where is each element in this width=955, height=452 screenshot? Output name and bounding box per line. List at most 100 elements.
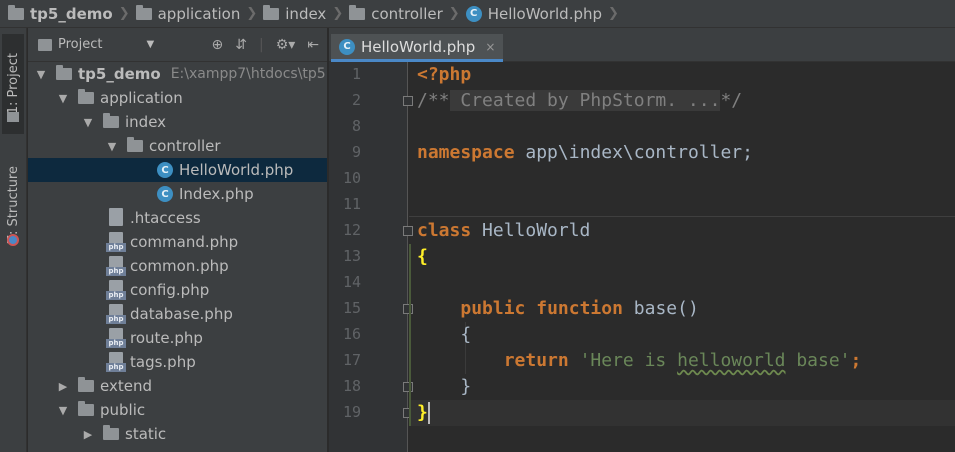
navigation-breadcrumb: tp5_demo ❯ application ❯ index ❯ control…	[0, 0, 955, 28]
tree-item-config-php[interactable]: php config.php	[28, 278, 327, 302]
collapsed-arrow-icon[interactable]: ▶	[81, 428, 95, 441]
breadcrumb-item-tp5-demo[interactable]: tp5_demo ❯	[8, 4, 136, 23]
tree-item-label: HelloWorld.php	[179, 161, 294, 179]
code-editor: C HelloWorld.php × 1 2 8 9 10 11 12 13 1…	[329, 28, 955, 452]
expand-arrow-icon[interactable]: ▼	[105, 140, 119, 153]
code-line-13: {	[417, 244, 428, 270]
breadcrumb-label: tp5_demo	[30, 4, 113, 23]
breadcrumb-item-controller[interactable]: controller ❯	[349, 4, 465, 23]
code-line-2: /** Created by PhpStorm. ...*/	[417, 88, 742, 114]
code-area[interactable]: <?php /** Created by PhpStorm. ...*/ nam…	[409, 62, 955, 452]
breadcrumb-item-index[interactable]: index ❯	[263, 4, 349, 23]
tree-item-label: .htaccess	[130, 209, 201, 227]
breadcrumb-item-application[interactable]: application ❯	[135, 4, 264, 23]
line-number: 15	[342, 299, 361, 317]
php-class-icon: C	[157, 162, 173, 178]
expand-arrow-icon[interactable]: ▼	[81, 116, 95, 129]
string-literal-end: base'	[785, 350, 851, 371]
tree-item-label: route.php	[130, 329, 203, 347]
tree-item-database-php[interactable]: php database.php	[28, 302, 327, 326]
tree-item-tags-php[interactable]: php tags.php	[28, 350, 327, 374]
typo-warning-word[interactable]: helloworld	[677, 350, 785, 371]
editor-tab-helloworld[interactable]: C HelloWorld.php ×	[331, 34, 503, 62]
locate-file-icon[interactable]: ⊕	[212, 37, 224, 53]
collapsed-arrow-icon[interactable]: ▶	[56, 380, 70, 393]
project-tool-tab-label: 1: Project	[5, 53, 21, 115]
tree-item-common-php[interactable]: php common.php	[28, 254, 327, 278]
project-toolbar-actions: ⊕ ⇵ | ⚙▾ ⇤	[212, 37, 328, 53]
structure-icon	[7, 234, 19, 246]
htaccess-file-icon	[106, 208, 126, 228]
php-file-icon: php	[106, 328, 126, 348]
chevron-right-icon: ❯	[608, 6, 619, 21]
tree-item-static[interactable]: ▶ static	[28, 422, 327, 446]
breadcrumb-label: application	[157, 4, 241, 23]
breadcrumb-label: HelloWorld.php	[487, 4, 603, 23]
close-tab-icon[interactable]: ×	[485, 40, 495, 54]
tree-item-route-php[interactable]: php route.php	[28, 326, 327, 350]
dropdown-arrow-icon[interactable]: ▼	[146, 39, 154, 50]
tree-item-tp5-demo[interactable]: ▼ tp5_demo E:\xampp7\htdocs\tp5	[28, 62, 327, 86]
tree-item-htaccess[interactable]: .htaccess	[28, 206, 327, 230]
project-toolbar: Project ▼ ⊕ ⇵ | ⚙▾ ⇤	[28, 28, 327, 62]
folder-icon	[103, 113, 119, 128]
hide-panel-icon[interactable]: ⇤	[307, 37, 319, 53]
line-number: 2	[351, 91, 361, 109]
chevron-right-icon: ❯	[448, 6, 460, 21]
folder-icon	[56, 65, 72, 80]
tree-item-public[interactable]: ▼ public	[28, 398, 327, 422]
tree-item-controller[interactable]: ▼ controller	[28, 134, 327, 158]
php-file-icon: php	[106, 232, 126, 252]
tree-item-label: static	[125, 425, 167, 443]
comment-open: /**	[417, 90, 450, 111]
tree-item-helloworld-php[interactable]: C HelloWorld.php	[28, 158, 327, 182]
tree-item-label: public	[100, 401, 146, 419]
line-number-gutter: 1 2 8 9 10 11 12 13 14 15 16 17 18 19	[329, 62, 413, 452]
breadcrumb-label: index	[285, 4, 327, 23]
tree-item-extend[interactable]: ▶ extend	[28, 374, 327, 398]
tree-item-label: command.php	[130, 233, 239, 251]
expand-arrow-icon[interactable]: ▼	[34, 68, 48, 81]
folder-icon	[8, 4, 24, 20]
tree-item-label: index	[125, 113, 167, 131]
php-open-tag: <?php	[417, 64, 472, 85]
string-literal-start: 'Here is	[579, 350, 678, 371]
php-file-icon: php	[106, 304, 126, 324]
toolbar-divider: |	[258, 36, 264, 53]
tree-item-command-php[interactable]: php command.php	[28, 230, 327, 254]
php-class-icon: C	[157, 186, 173, 202]
method-separator	[409, 216, 955, 217]
breadcrumb-item-helloworld[interactable]: C HelloWorld.php ❯	[465, 4, 625, 23]
tree-item-index[interactable]: ▼ index	[28, 110, 327, 134]
expand-arrow-icon[interactable]: ▼	[56, 92, 70, 105]
code-line-9: namespace app\index\controller;	[417, 140, 753, 166]
php-file-icon: php	[106, 256, 126, 276]
method-signature: base()	[622, 298, 699, 319]
return-keyword: return	[503, 350, 569, 371]
folder-icon	[103, 425, 119, 440]
tree-item-label: Index.php	[179, 185, 254, 203]
folder-icon	[349, 4, 366, 20]
tree-item-label: config.php	[130, 281, 210, 299]
chevron-right-icon: ❯	[246, 6, 258, 21]
folder-icon	[263, 4, 280, 20]
php-class-icon: C	[465, 5, 482, 22]
line-number: 11	[342, 195, 361, 213]
tree-item-label: extend	[100, 377, 152, 395]
code-line-15: public function base()	[417, 296, 699, 322]
public-keyword: public	[460, 298, 526, 319]
php-class-icon: C	[339, 38, 355, 55]
expand-arrow-icon[interactable]: ▼	[56, 404, 70, 417]
line-number: 16	[342, 325, 361, 343]
line-number: 14	[342, 273, 361, 291]
project-view-selector[interactable]: Project	[58, 37, 102, 52]
method-open-brace: {	[460, 324, 472, 345]
folder-icon	[78, 377, 94, 392]
tree-item-application[interactable]: ▼ application	[28, 86, 327, 110]
code-line-17: return 'Here is helloworld base';	[417, 348, 862, 374]
matched-brace: {	[417, 246, 428, 267]
folded-comment[interactable]: Created by PhpStorm. ...	[449, 90, 721, 111]
tree-item-index-php[interactable]: C Index.php	[28, 182, 327, 206]
collapse-all-icon[interactable]: ⇵	[235, 37, 247, 53]
settings-gear-icon[interactable]: ⚙▾	[276, 37, 296, 53]
